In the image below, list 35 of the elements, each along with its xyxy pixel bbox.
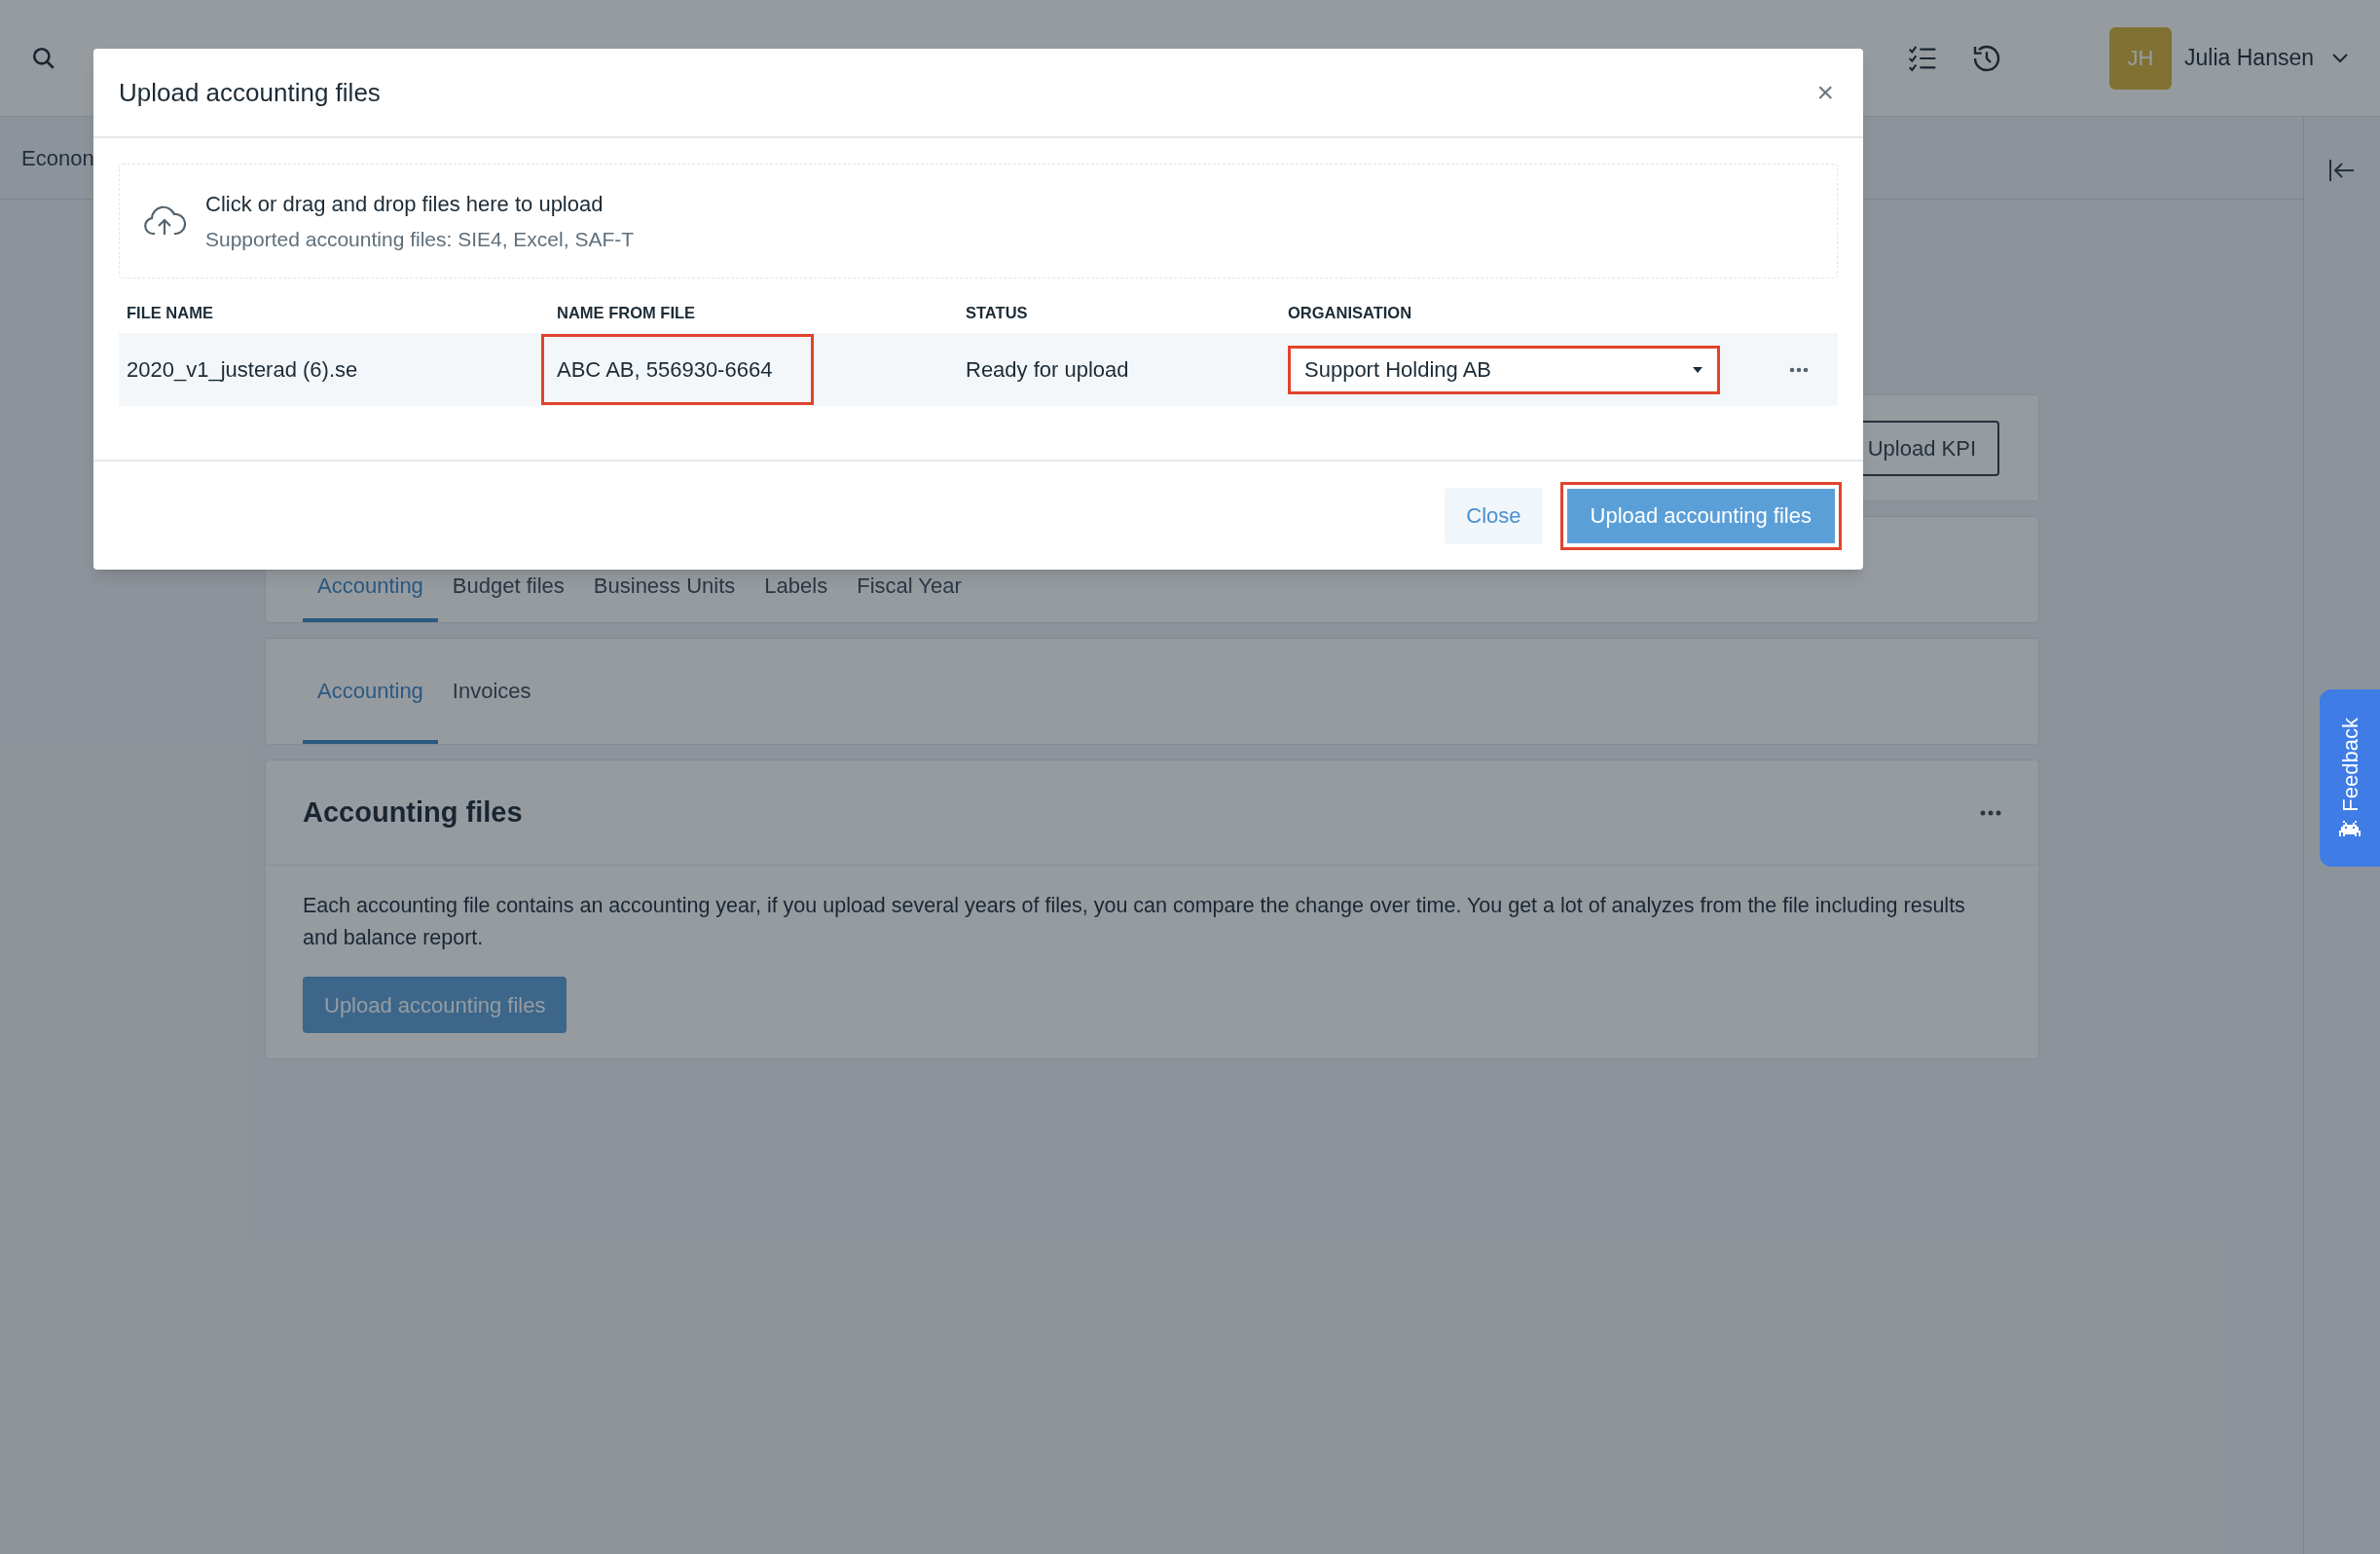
dialog-title: Upload accounting files bbox=[119, 76, 381, 109]
close-button[interactable]: × bbox=[1812, 78, 1838, 107]
drop-zone[interactable]: Click or drag and drop files here to upload Supported accounting files: SIE4, Excel, SAF-T bbox=[119, 164, 1838, 278]
drop-zone-text: Click or drag and drop files here to upload bbox=[205, 190, 604, 218]
more-icon[interactable] bbox=[1789, 366, 1809, 373]
upload-accounting-files-button[interactable]: Upload accounting files bbox=[303, 977, 568, 1033]
section-title: Accounting files bbox=[303, 795, 523, 830]
tab[interactable]: Business Units bbox=[578, 552, 751, 622]
tab[interactable]: Invoices bbox=[437, 641, 546, 744]
feedback-tab[interactable]: Feedback bbox=[2320, 689, 2380, 867]
tab[interactable]: Accounting bbox=[303, 641, 438, 744]
breadcrumb-text[interactable]: Econon bbox=[21, 141, 94, 174]
collapse-panel-icon[interactable] bbox=[2328, 158, 2356, 183]
section-description: Each accounting file contains an accounting year, if you upload several years of files, you can compare the change over time. You get a lot of analyzes from the file including results and balance report. bbox=[303, 893, 1966, 951]
status-cell-text: Ready for upload bbox=[966, 356, 1129, 384]
chevron-down-icon[interactable] bbox=[2331, 52, 2349, 64]
search-icon[interactable] bbox=[31, 45, 56, 71]
bug-icon bbox=[2339, 821, 2361, 839]
column-header: ORGANISATION bbox=[1288, 302, 1412, 323]
tab[interactable]: Labels bbox=[750, 552, 843, 622]
name-from-file-cell: ABC AB, 556930-6664 bbox=[541, 334, 814, 405]
organisation-select[interactable]: Support Holding AB bbox=[1288, 345, 1720, 394]
file-name-cell-text: 2020_v1_justerad (6).se bbox=[127, 356, 358, 384]
cloud-upload-icon bbox=[143, 204, 186, 238]
column-header: FILE NAME bbox=[127, 302, 213, 323]
tab[interactable]: Fiscal Year bbox=[842, 552, 976, 622]
column-header: NAME FROM FILE bbox=[557, 302, 696, 323]
column-header: STATUS bbox=[966, 302, 1028, 323]
drop-zone-hint: Supported accounting files: SIE4, Excel, SAF-T bbox=[205, 226, 635, 252]
caret-icon bbox=[1692, 365, 1703, 374]
close-button[interactable]: Close bbox=[1445, 487, 1543, 544]
upload-button[interactable]: Upload accounting files bbox=[1559, 481, 1842, 550]
user-name[interactable]: Julia Hansen bbox=[2184, 41, 2314, 75]
tab[interactable]: Budget files bbox=[437, 552, 579, 622]
more-icon[interactable] bbox=[1980, 809, 2001, 816]
